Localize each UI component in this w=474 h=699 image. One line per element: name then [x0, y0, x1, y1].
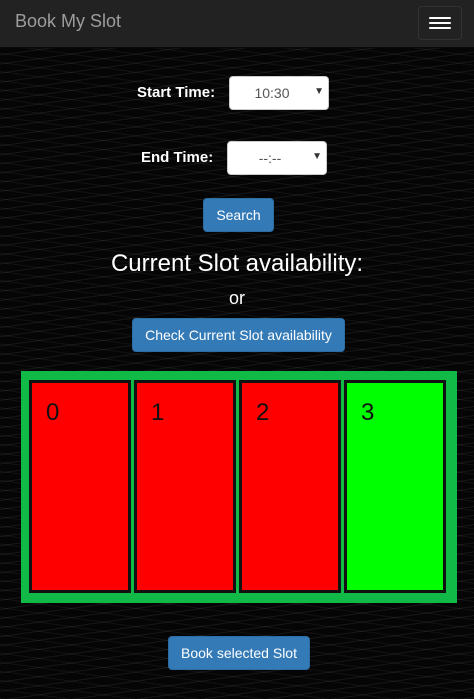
- menu-toggle-button[interactable]: [418, 6, 462, 40]
- check-availability-button[interactable]: Check Current Slot availability: [132, 318, 345, 352]
- start-time-label: Start Time:: [137, 84, 216, 101]
- slot-2[interactable]: 2: [239, 380, 341, 593]
- slot-number: 2: [256, 399, 270, 426]
- brand-title[interactable]: Book My Slot: [15, 11, 121, 32]
- start-time-select[interactable]: 10:30 ▼: [229, 76, 329, 110]
- slot-number: 3: [361, 399, 375, 426]
- slot-1[interactable]: 1: [134, 380, 236, 593]
- navbar: Book My Slot: [0, 0, 474, 48]
- chevron-down-icon: ▼: [312, 151, 322, 162]
- slots-container: 0 1 2 3: [21, 371, 457, 603]
- slot-3[interactable]: 3: [344, 380, 446, 593]
- start-time-value: 10:30: [254, 85, 290, 101]
- end-time-label: End Time:: [141, 149, 214, 166]
- book-slot-button[interactable]: Book selected Slot: [168, 636, 310, 670]
- availability-heading: Current Slot availability:: [110, 250, 364, 277]
- slot-number: 1: [151, 399, 165, 426]
- chevron-down-icon: ▼: [314, 86, 324, 97]
- end-time-select[interactable]: --:-- ▼: [227, 141, 327, 175]
- or-text: or: [228, 288, 245, 308]
- end-time-value: --:--: [258, 150, 282, 166]
- search-button[interactable]: Search: [203, 198, 274, 232]
- slot-0[interactable]: 0: [29, 380, 131, 593]
- slot-number: 0: [46, 399, 60, 426]
